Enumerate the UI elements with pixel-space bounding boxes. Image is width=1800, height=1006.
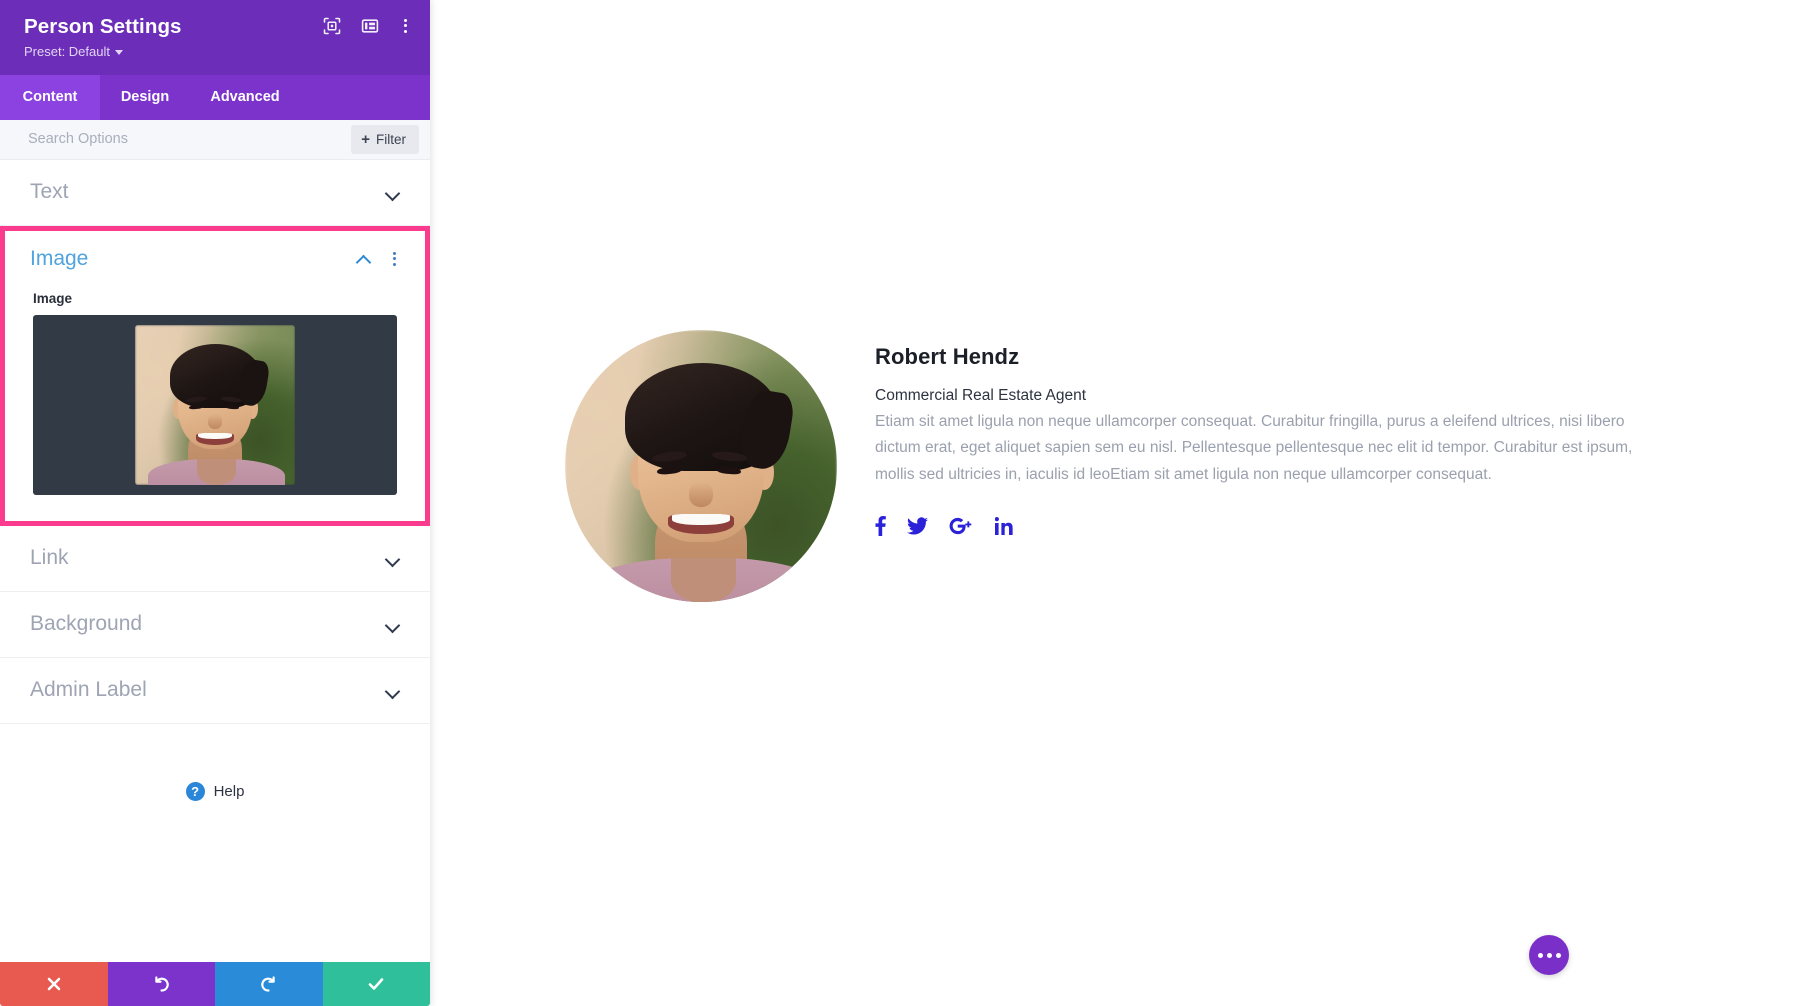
filter-button-label: Filter xyxy=(376,132,406,147)
panel-body: Text Image Image xyxy=(0,160,430,962)
image-thumbnail xyxy=(135,325,295,485)
plus-icon: + xyxy=(361,132,370,147)
panel-header: Person Settings Preset: Default xyxy=(0,0,430,75)
panel-header-actions xyxy=(322,16,412,35)
twitter-icon[interactable] xyxy=(907,515,928,537)
image-field-label: Image xyxy=(5,287,425,315)
builder-canvas: Robert Hendz Commercial Real Estate Agen… xyxy=(430,0,1800,1006)
panel-tabs: Content Design Advanced xyxy=(0,75,430,120)
section-image-actions xyxy=(357,252,401,266)
more-vertical-icon[interactable] xyxy=(387,252,401,266)
redo-button[interactable] xyxy=(215,962,323,1006)
chevron-up-icon[interactable] xyxy=(357,254,371,263)
filter-button[interactable]: + Filter xyxy=(351,125,419,154)
linkedin-icon[interactable] xyxy=(995,515,1013,537)
chevron-down-icon xyxy=(115,50,123,55)
social-links xyxy=(875,515,1695,537)
search-row: + Filter xyxy=(0,120,430,160)
google-plus-icon[interactable] xyxy=(949,515,974,537)
section-admin-label-label: Admin Label xyxy=(30,678,147,702)
section-link-label: Link xyxy=(30,546,69,570)
chevron-down-icon xyxy=(386,188,400,197)
help-icon: ? xyxy=(186,782,205,801)
section-text[interactable]: Text xyxy=(0,160,430,226)
person-settings-panel: Person Settings Preset: Default xyxy=(0,0,430,1006)
preset-selector[interactable]: Preset: Default xyxy=(24,44,123,59)
save-button[interactable] xyxy=(323,962,431,1006)
chevron-down-icon xyxy=(386,620,400,629)
preset-label: Preset: Default xyxy=(24,44,110,59)
layout-columns-icon[interactable] xyxy=(360,16,379,35)
section-background-label: Background xyxy=(30,612,142,636)
facebook-icon[interactable] xyxy=(875,515,886,537)
section-admin-label[interactable]: Admin Label xyxy=(0,658,430,724)
help-button[interactable]: ? Help xyxy=(0,724,430,801)
section-text-label: Text xyxy=(30,180,69,204)
more-vertical-icon[interactable] xyxy=(398,19,412,33)
chevron-down-icon xyxy=(386,686,400,695)
person-module[interactable]: Robert Hendz Commercial Real Estate Agen… xyxy=(565,330,1695,602)
person-name: Robert Hendz xyxy=(875,344,1695,370)
panel-footer xyxy=(0,962,430,1006)
section-image-label: Image xyxy=(30,247,88,271)
avatar xyxy=(565,330,837,602)
tab-content[interactable]: Content xyxy=(0,75,100,120)
section-image-highlighted: Image Image xyxy=(0,226,430,526)
person-role: Commercial Real Estate Agent xyxy=(875,387,1695,405)
image-upload-preview[interactable] xyxy=(33,315,397,495)
chevron-down-icon xyxy=(386,554,400,563)
section-background[interactable]: Background xyxy=(0,592,430,658)
person-bio: Etiam sit amet ligula non neque ullamcor… xyxy=(875,409,1643,488)
divi-builder-screen: Person Settings Preset: Default xyxy=(0,0,1800,1006)
undo-button[interactable] xyxy=(108,962,216,1006)
tab-design[interactable]: Design xyxy=(100,75,190,120)
section-image-header[interactable]: Image xyxy=(5,231,425,287)
person-info: Robert Hendz Commercial Real Estate Agen… xyxy=(875,330,1695,537)
help-label: Help xyxy=(214,783,245,800)
focus-target-icon[interactable] xyxy=(322,16,341,35)
tab-advanced[interactable]: Advanced xyxy=(190,75,300,120)
page-settings-fab[interactable] xyxy=(1529,935,1569,975)
cancel-button[interactable] xyxy=(0,962,108,1006)
search-input[interactable] xyxy=(28,131,351,147)
section-link[interactable]: Link xyxy=(0,526,430,592)
